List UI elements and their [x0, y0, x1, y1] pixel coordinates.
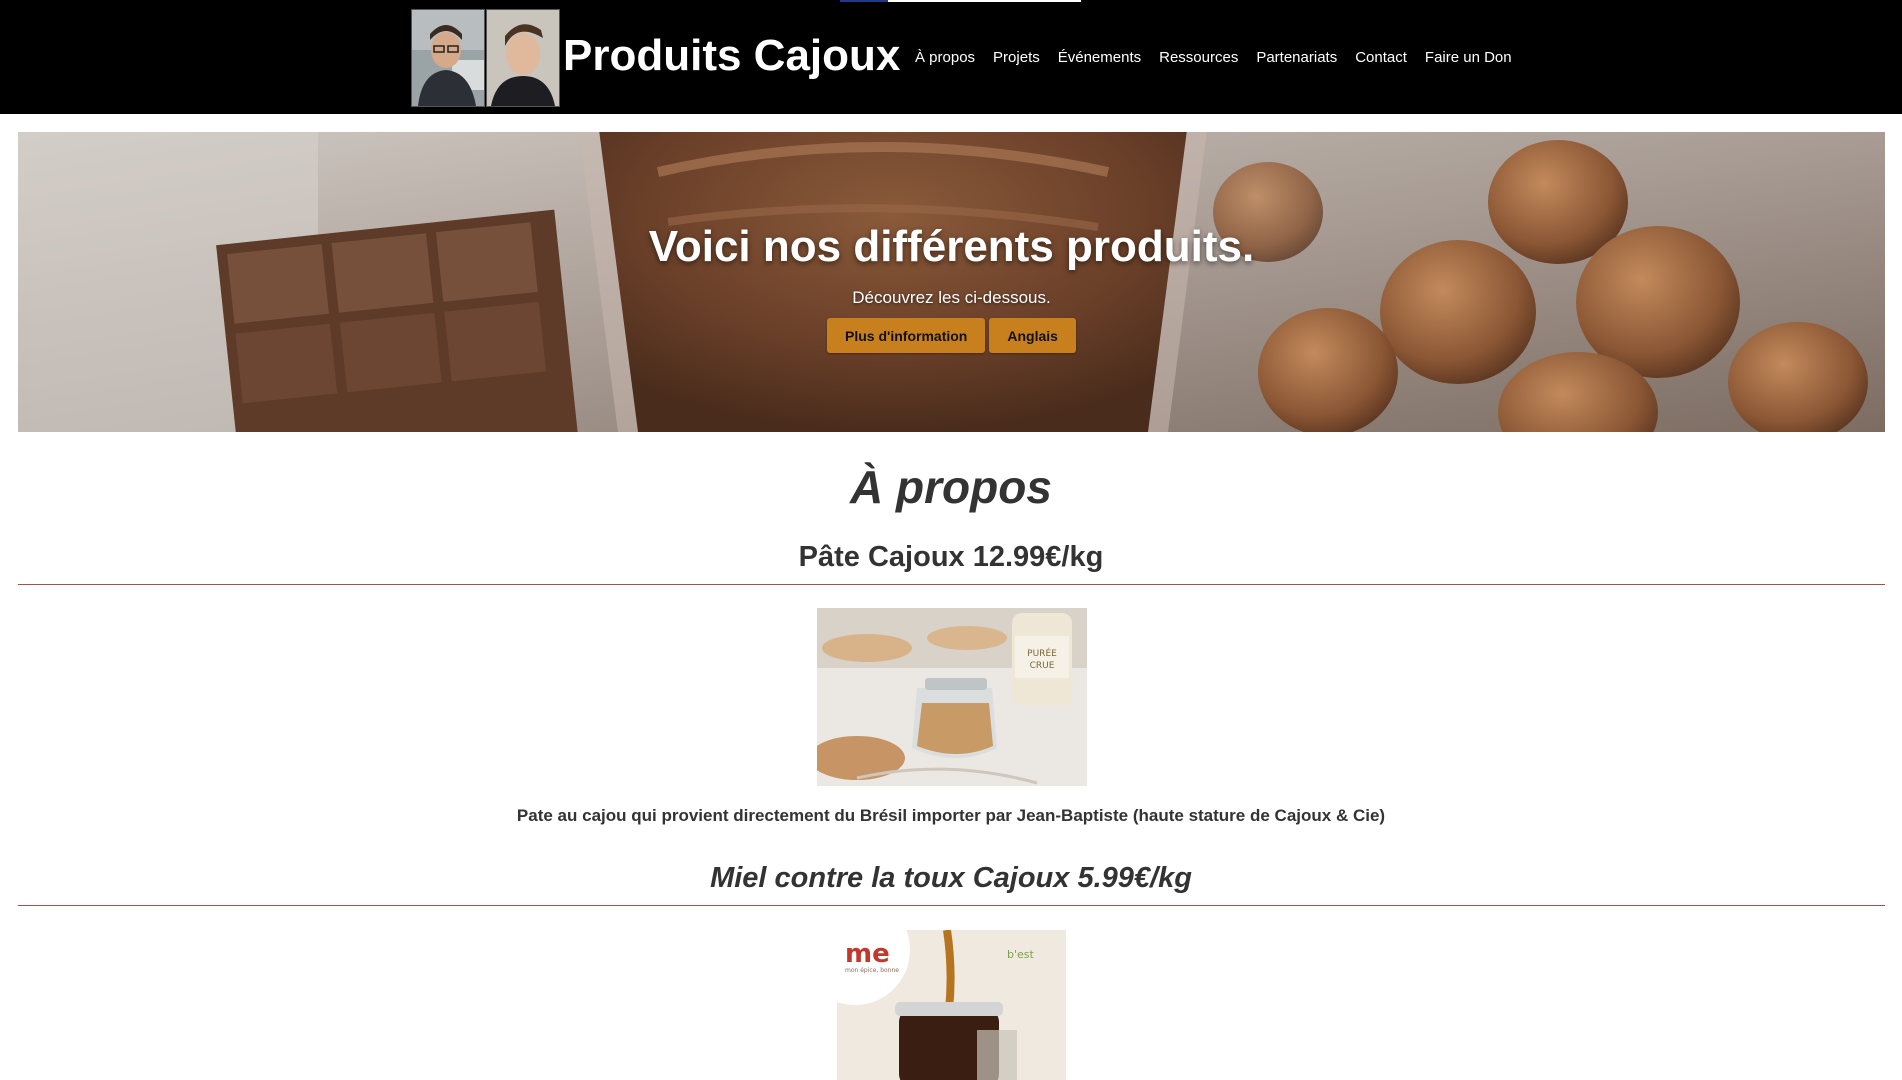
hero-button-group: Plus d'information Anglais: [18, 318, 1885, 353]
product-image-miel: me mon épice, bonne b'est: [837, 930, 1066, 1080]
english-button[interactable]: Anglais: [989, 318, 1076, 353]
nav-link-ressources[interactable]: Ressources: [1150, 49, 1247, 66]
product-description-pate: Pate au cajou qui provient directement d…: [516, 806, 1386, 825]
brand-logo-text: me: [845, 939, 890, 969]
nav-link-faire-un-don[interactable]: Faire un Don: [1416, 49, 1521, 66]
nav-link-partenariats[interactable]: Partenariats: [1247, 49, 1346, 66]
site-header: Produits Cajoux À propos Projets Événeme…: [0, 0, 1902, 114]
hero-title: Voici nos différents produits.: [648, 222, 1255, 271]
jar-label-1: PURÉE: [1027, 647, 1057, 659]
hero-subtitle: Découvrez les ci-dessous.: [852, 288, 1051, 307]
nav-link-contact[interactable]: Contact: [1346, 49, 1416, 66]
brand-title[interactable]: Produits Cajoux: [563, 28, 900, 84]
product-title-pate: Pâte Cajoux 12.99€/kg: [798, 541, 1104, 573]
team-photo-2: [486, 9, 560, 107]
hero-background-image: [18, 132, 1885, 432]
divider: [18, 905, 1885, 906]
product-title-miel: Miel contre la toux Cajoux 5.99€/kg: [710, 862, 1192, 894]
nav-link-a-propos[interactable]: À propos: [906, 49, 984, 66]
scroll-progress-fill: [840, 0, 889, 2]
about-heading: À propos: [850, 461, 1052, 513]
nav-link-projets[interactable]: Projets: [984, 49, 1049, 66]
main-nav: À propos Projets Événements Ressources P…: [906, 0, 1521, 114]
divider: [18, 584, 1885, 585]
nav-link-evenements[interactable]: Événements: [1049, 49, 1150, 66]
badge-text: b'est: [1007, 948, 1035, 961]
more-info-button[interactable]: Plus d'information: [827, 318, 986, 353]
product-image-pate: PURÉE CRUE: [817, 608, 1087, 786]
jar-label-2: CRUE: [1030, 661, 1055, 671]
team-photo-1: [411, 9, 485, 107]
hero-banner: Voici nos différents produits. Découvrez…: [18, 132, 1885, 432]
brand-logo-tagline: mon épice, bonne: [845, 967, 899, 974]
